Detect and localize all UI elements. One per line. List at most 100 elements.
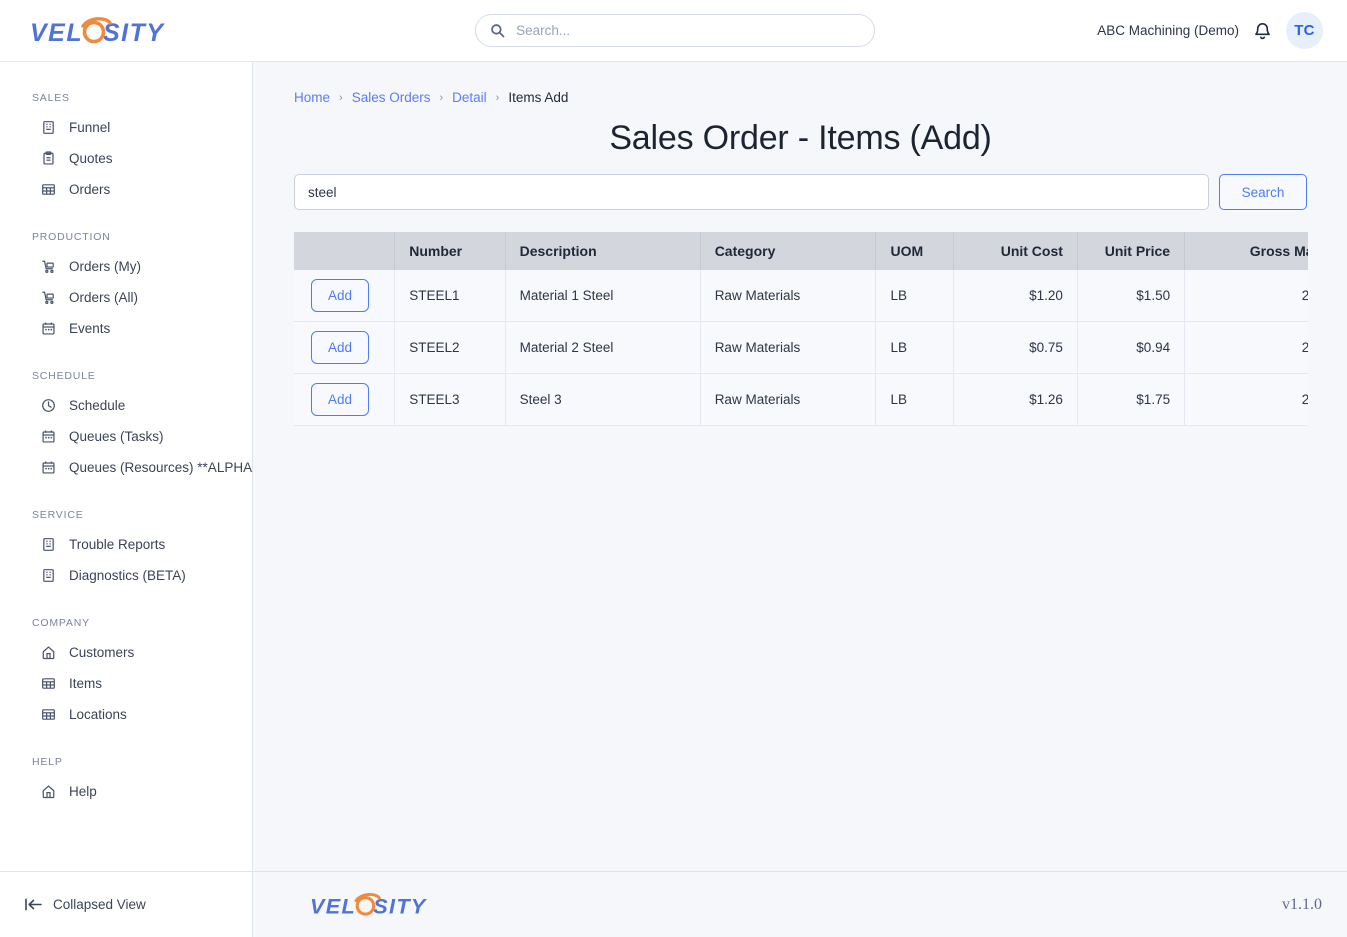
collapsed-view-button[interactable]: Collapsed View [24, 897, 146, 912]
add-item-button[interactable]: Add [311, 279, 369, 312]
sidebar-item-label: Schedule [69, 398, 126, 413]
sidebar-item-label: Funnel [69, 120, 111, 135]
sidebar-item-items[interactable]: Items [0, 668, 252, 699]
nav-group-heading: SALES [32, 92, 70, 104]
sidebar: SALES Funnel Quotes Orders PRODUCTION Orders … [0, 62, 253, 937]
cell-unit-price: $1.75 [1077, 373, 1186, 426]
brand-logo-area: VEL SITY [0, 14, 253, 48]
building-icon [40, 119, 57, 136]
sidebar-item-quotes[interactable]: Quotes [0, 143, 252, 174]
search-icon [490, 23, 505, 38]
top-bar-right: ABC Machining (Demo) TC [1097, 12, 1347, 49]
user-avatar[interactable]: TC [1286, 12, 1323, 49]
column-header-unit-price: Unit Price [1077, 232, 1186, 270]
table-icon [40, 181, 57, 198]
sidebar-item-customers[interactable]: Customers [0, 637, 252, 668]
breadcrumb-link-detail[interactable]: Detail [452, 90, 487, 105]
clipboard-icon [40, 150, 57, 167]
sidebar-item-diagnostics-beta[interactable]: Diagnostics (BETA) [0, 560, 252, 591]
nav-group-service: SERVICE Trouble Reports Diagnostics (BETA) [0, 499, 252, 591]
svg-text:VEL: VEL [30, 19, 83, 47]
cart-icon [40, 258, 57, 275]
cell-action: Add [294, 373, 396, 426]
home-icon [40, 644, 57, 661]
sidebar-item-label: Locations [69, 707, 127, 722]
items-table-body: Add STEEL1 Material 1 Steel Raw Materials LB… [294, 270, 1308, 426]
column-header-action [294, 232, 396, 270]
nav-group-heading: SERVICE [32, 509, 84, 521]
sidebar-item-label: Help [69, 784, 97, 799]
page-title: Sales Order - Items (Add) [609, 119, 992, 157]
nav-group-sales: SALES Funnel Quotes Orders [0, 82, 252, 205]
cell-category: Raw Materials [700, 270, 877, 322]
sidebar-item-schedule[interactable]: Schedule [0, 390, 252, 421]
sidebar-item-orders[interactable]: Orders [0, 174, 252, 205]
column-header-description: Description [505, 232, 701, 270]
sidebar-item-trouble-reports[interactable]: Trouble Reports [0, 529, 252, 560]
sidebar-item-label: Items [69, 676, 103, 691]
sidebar-item-label: Customers [69, 645, 135, 660]
building-icon [40, 536, 57, 553]
version-label: v1.1.0 [1282, 895, 1322, 913]
nav-group-heading: HELP [32, 756, 63, 768]
breadcrumb-current: Items Add [508, 90, 569, 105]
breadcrumb-separator-icon: › [495, 91, 500, 104]
cell-description: Material 2 Steel [505, 321, 701, 374]
sidebar-item-orders-my[interactable]: Orders (My) [0, 251, 252, 282]
cell-unit-cost: $0.75 [953, 321, 1078, 374]
organization-name: ABC Machining (Demo) [1097, 23, 1239, 38]
sidebar-item-label: Queues (Tasks) [69, 429, 164, 444]
sidebar-item-orders-all[interactable]: Orders (All) [0, 282, 252, 313]
notification-bell-icon[interactable] [1253, 20, 1272, 41]
sidebar-item-help[interactable]: Help [0, 776, 252, 807]
add-item-button[interactable]: Add [311, 331, 369, 364]
sidebar-item-queues-resources-alpha[interactable]: Queues (Resources) **ALPHA** [0, 452, 252, 483]
sidebar-item-queues-tasks[interactable]: Queues (Tasks) [0, 421, 252, 452]
cell-unit-price: $0.94 [1077, 321, 1186, 374]
sidebar-nav: SALES Funnel Quotes Orders PRODUCTION Orders … [0, 62, 252, 871]
sidebar-item-locations[interactable]: Locations [0, 699, 252, 730]
table-icon [40, 706, 57, 723]
sidebar-item-label: Queues (Resources) **ALPHA** [69, 460, 252, 475]
sidebar-item-funnel[interactable]: Funnel [0, 112, 252, 143]
items-table: Number Description Category UOM Unit Cost Uni… [294, 232, 1308, 426]
collapsed-view-label: Collapsed View [53, 897, 146, 912]
cell-number: STEEL2 [394, 321, 506, 374]
velosity-footer-logo-icon: VEL SITY [310, 892, 427, 918]
global-search-box[interactable] [475, 14, 876, 47]
cell-category: Raw Materials [700, 373, 877, 426]
cell-description: Steel 3 [505, 373, 701, 426]
cell-gross-margin: 20.2% [1184, 321, 1308, 374]
calendar-icon [40, 459, 57, 476]
breadcrumb-separator-icon: › [439, 91, 444, 104]
nav-group-heading: SCHEDULE [32, 370, 96, 382]
sidebar-item-label: Diagnostics (BETA) [69, 568, 186, 583]
cell-unit-cost: $1.20 [953, 270, 1078, 322]
sidebar-item-label: Quotes [69, 151, 113, 166]
sidebar-item-label: Trouble Reports [69, 537, 166, 552]
cart-icon [40, 289, 57, 306]
global-search-input[interactable] [516, 23, 861, 38]
main-column: Home › Sales Orders › Detail › Items Add Sales… [253, 62, 1347, 937]
items-table-head: Number Description Category UOM Unit Cost Uni… [294, 232, 1308, 270]
page-footer: VEL SITY v1.1.0 [253, 871, 1347, 937]
breadcrumb-link-sales-orders[interactable]: Sales Orders [352, 90, 431, 105]
breadcrumb-separator-icon: › [339, 91, 343, 104]
table-row: Add STEEL2 Material 2 Steel Raw Materials LB… [294, 321, 1308, 374]
cell-unit-price: $1.50 [1077, 270, 1186, 322]
velosity-logo[interactable]: VEL SITY [30, 14, 180, 48]
item-search-input[interactable] [294, 174, 1209, 210]
breadcrumb-link-home[interactable]: Home [294, 90, 330, 105]
cell-gross-margin: 20.0% [1184, 270, 1308, 322]
nav-group-schedule: SCHEDULE Schedule Queues (Tasks) Queues (Re… [0, 360, 252, 483]
add-item-button[interactable]: Add [311, 383, 369, 416]
column-header-category: Category [700, 232, 877, 270]
calendar-icon [40, 320, 57, 337]
column-header-gross-margin: Gross Margin [1184, 232, 1308, 270]
table-row: Add STEEL1 Material 1 Steel Raw Materials LB… [294, 270, 1308, 322]
search-button[interactable]: Search [1219, 174, 1307, 210]
nav-group-help: HELP Help [0, 746, 252, 807]
cell-number: STEEL3 [394, 373, 506, 426]
global-search-area [253, 14, 1097, 47]
sidebar-item-events[interactable]: Events [0, 313, 252, 344]
